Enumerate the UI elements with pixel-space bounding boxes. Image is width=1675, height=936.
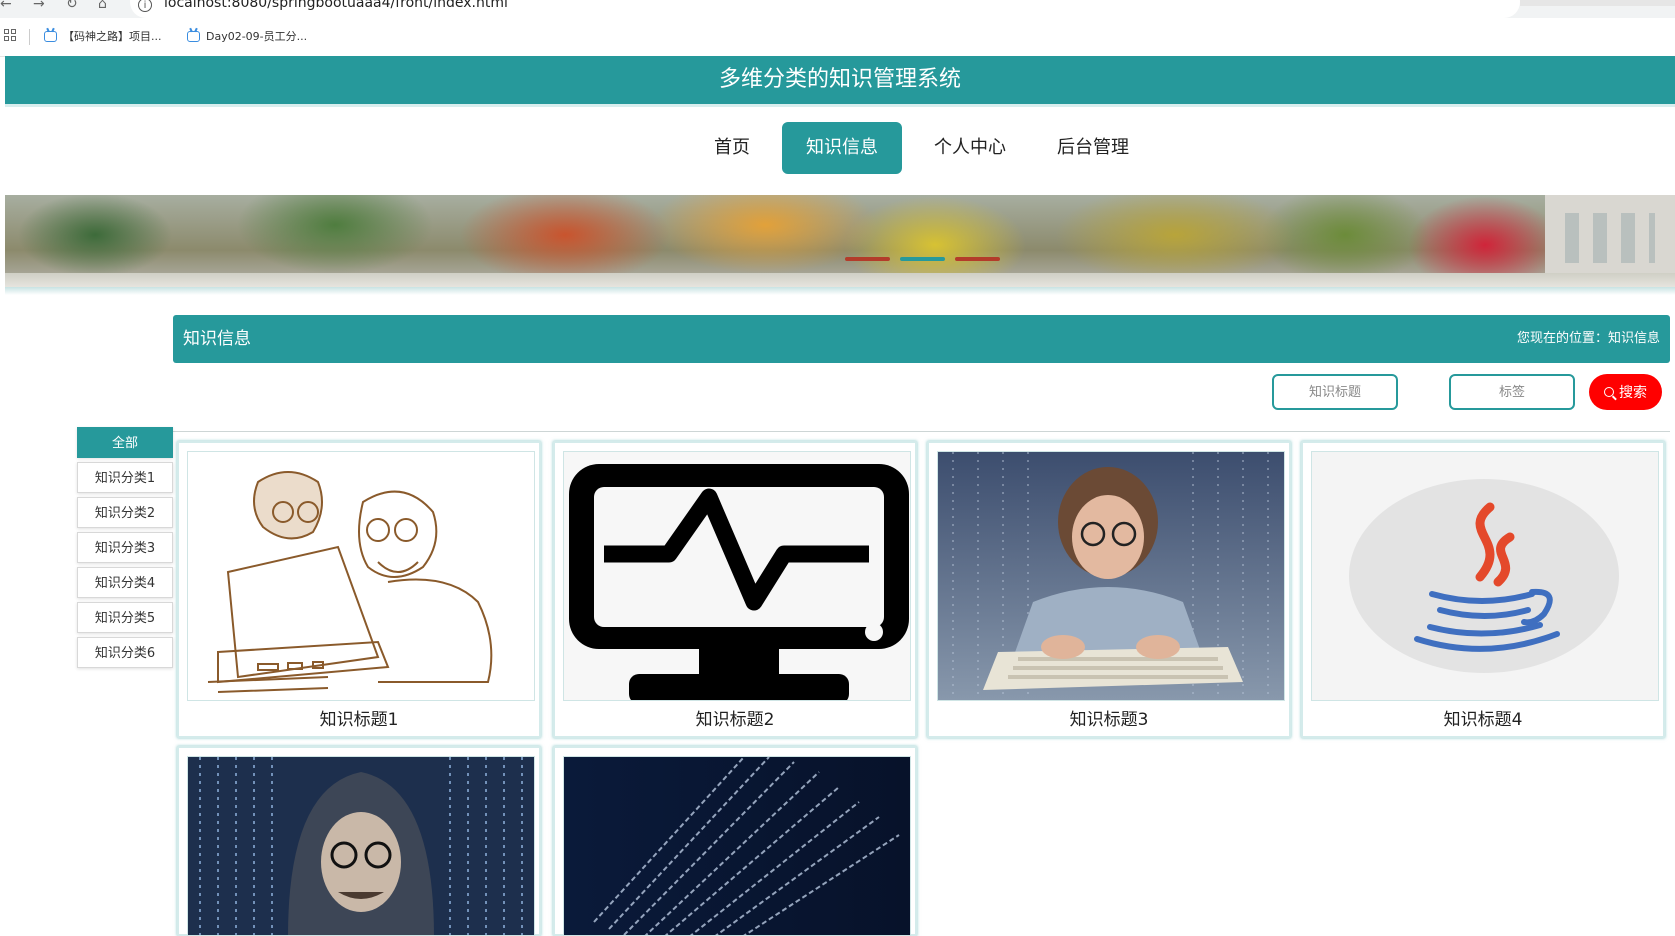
knowledge-card[interactable]: 知识标题1 [177,441,541,738]
category-item-2[interactable]: 知识分类2 [77,497,173,528]
card-title[interactable]: 知识标题3 [929,705,1289,730]
banner-carousel[interactable] [5,195,1675,287]
knowledge-card[interactable]: 知识标题4 [1301,441,1665,738]
category-item-3[interactable]: 知识分类3 [77,532,173,563]
banner-shadow [5,287,1675,295]
section-title: 知识信息 [183,329,251,349]
forward-icon[interactable]: → [33,0,45,12]
nav-item-profile[interactable]: 个人中心 [925,122,1015,174]
bookmarks-separator [29,29,30,45]
card-title[interactable]: 知识标题2 [555,705,915,730]
browser-toolbar: ← → ↻ ⌂ i localhost:8080/springbootuaaa4… [0,0,1675,18]
carousel-indicator[interactable] [845,257,890,261]
card-image-kid-keyboard[interactable] [937,451,1285,701]
bookmark-item-1[interactable]: 【码神之路】项目... [44,28,162,44]
carousel-indicator-active[interactable] [900,257,945,261]
bookmark-label: Day02-09-员工分... [206,30,308,43]
banner-road [5,273,1675,287]
bilibili-icon [44,30,57,42]
nav-item-home[interactable]: 首页 [702,122,762,174]
knowledge-card[interactable]: 知识标题2 [553,441,917,738]
card-image-code-stream[interactable] [563,756,911,936]
back-icon[interactable]: ← [0,0,12,12]
site-title-bar: 多维分类的知识管理系统 [5,56,1675,104]
card-title[interactable]: 知识标题4 [1303,705,1663,730]
bookmark-label: 【码神之路】项目... [63,30,162,43]
knowledge-card[interactable] [553,746,917,936]
home-icon[interactable]: ⌂ [98,0,107,12]
section-header: 知识信息 您现在的位置：知识信息 [173,315,1670,363]
url-text[interactable]: localhost:8080/springbootuaaa4/front/ind… [164,0,508,11]
knowledge-card[interactable] [177,746,541,936]
category-item-4[interactable]: 知识分类4 [77,567,173,598]
tag-search-input[interactable] [1449,374,1575,410]
title-search-input[interactable] [1272,374,1398,410]
window-controls [1520,0,1675,6]
category-item-all[interactable]: 全部 [77,427,173,458]
nav-item-admin[interactable]: 后台管理 [1048,122,1138,174]
card-image-hacker[interactable] [187,756,535,936]
bookmark-item-2[interactable]: Day02-09-员工分... [187,28,307,44]
category-list: 全部 知识分类1 知识分类2 知识分类3 知识分类4 知识分类5 知识分类6 [77,427,173,672]
site-title: 多维分类的知识管理系统 [718,67,961,92]
nav-item-knowledge[interactable]: 知识信息 [782,122,902,174]
bookmarks-bar: 【码神之路】项目... Day02-09-员工分... [0,18,1675,57]
breadcrumb: 您现在的位置：知识信息 [1516,331,1660,346]
card-image-monitor[interactable] [563,451,911,701]
title-shadow [5,104,1675,107]
search-button-label: 搜索 [1619,385,1647,401]
card-title[interactable]: 知识标题1 [179,705,539,730]
apps-grid-icon[interactable] [4,29,16,41]
category-item-1[interactable]: 知识分类1 [77,462,173,493]
category-item-5[interactable]: 知识分类5 [77,602,173,633]
carousel-indicator[interactable] [955,257,1000,261]
main-nav: 首页 知识信息 个人中心 后台管理 [0,122,1675,174]
reload-icon[interactable]: ↻ [66,0,78,12]
search-icon [1604,387,1614,397]
knowledge-card[interactable]: 知识标题3 [927,441,1291,738]
category-item-6[interactable]: 知识分类6 [77,637,173,668]
bilibili-icon [187,30,200,42]
card-image-java-logo[interactable] [1311,451,1659,701]
content-divider [173,431,1670,432]
search-button[interactable]: 搜索 [1589,374,1662,410]
card-image-sketch[interactable] [187,451,535,701]
